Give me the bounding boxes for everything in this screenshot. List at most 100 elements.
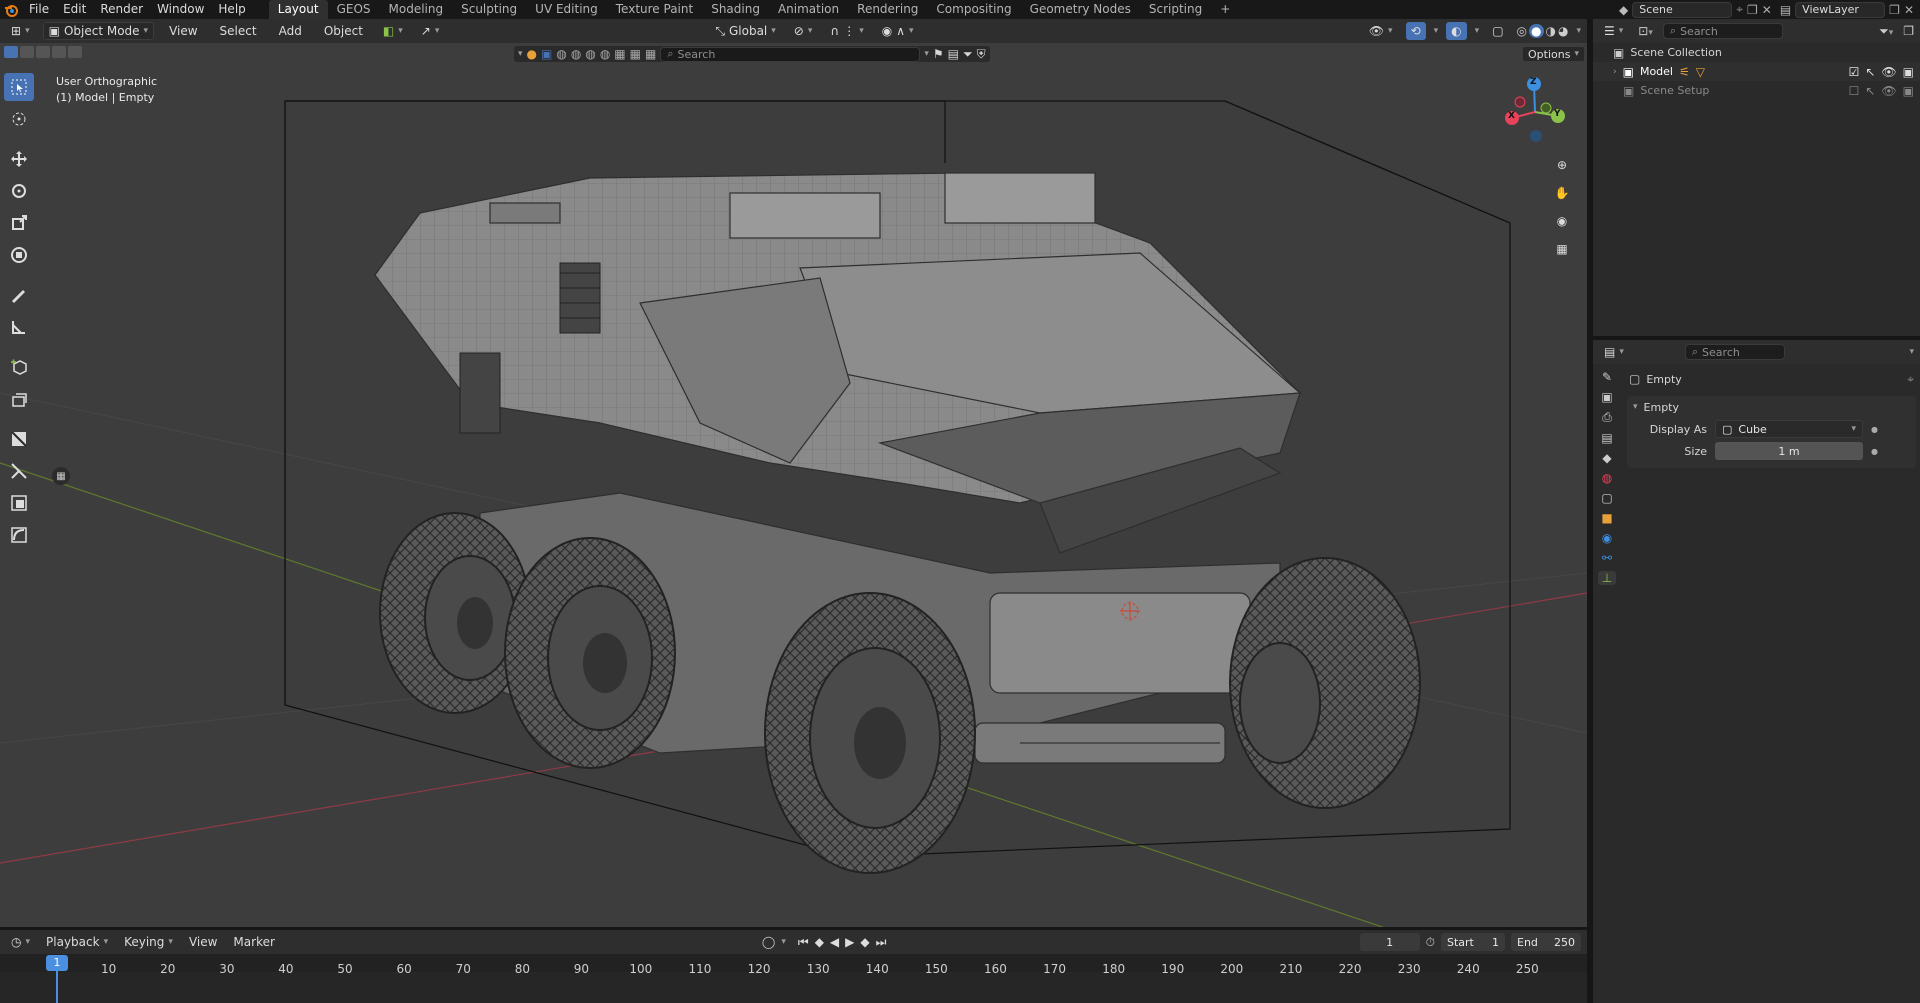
scale-tool[interactable] — [4, 209, 34, 237]
navigation-gizmo[interactable]: Z Y X — [1500, 74, 1570, 144]
outliner-display-mode[interactable]: ⊡▾ — [1638, 24, 1653, 38]
gizmo-button[interactable]: ↗ ▾ — [416, 22, 445, 40]
render-tab-icon[interactable]: ▣ — [1601, 390, 1612, 404]
tab-layout[interactable]: Layout — [268, 0, 328, 19]
menu-playback[interactable]: Playback ▾ — [41, 933, 113, 951]
pin-icon[interactable]: ⌖ — [1736, 2, 1743, 17]
next-keyframe-icon[interactable]: ◆ — [860, 935, 869, 949]
play-icon[interactable]: ▶ — [845, 935, 854, 949]
shading-material-icon[interactable]: ◑ — [1546, 24, 1556, 38]
view-layer-tab-icon[interactable]: ▤ — [1601, 431, 1612, 445]
playhead[interactable]: 1 — [46, 955, 68, 971]
shading-rendered-icon[interactable]: ◕ — [1558, 24, 1568, 38]
extrude-tool[interactable] — [4, 385, 34, 413]
tab-modeling[interactable]: Modeling — [380, 0, 453, 19]
menu-select[interactable]: Select — [213, 22, 264, 41]
delete-scene-icon[interactable]: ✕ — [1762, 3, 1772, 17]
gizmo-toggle[interactable]: ⟲ — [1405, 22, 1426, 40]
add-workspace-icon[interactable]: + — [1211, 0, 1239, 19]
constraints-tab-icon[interactable]: ⚯ — [1602, 551, 1612, 565]
knife-tool[interactable] — [4, 425, 34, 453]
move-tool[interactable] — [4, 145, 34, 173]
data-tab-icon[interactable]: ⊥ — [1597, 571, 1617, 585]
3d-viewport[interactable]: ⊞ ▾ ▣ Object Mode ▾ View Select Add Object … — [0, 19, 1587, 927]
display-as-dropdown[interactable]: ▢ Cube ▾ — [1715, 420, 1863, 438]
menu-help[interactable]: Help — [211, 0, 252, 19]
current-frame-field[interactable]: 1 — [1359, 933, 1420, 951]
start-frame-field[interactable]: Start 1 — [1441, 933, 1505, 951]
new-scene-icon[interactable]: ❐ — [1747, 3, 1758, 17]
ortho-grid-icon[interactable]: ▦ — [1551, 238, 1573, 260]
tab-compositing[interactable]: Compositing — [927, 0, 1020, 19]
outliner-row-scene-setup[interactable]: ▣ Scene Setup ☐ ↖ 👁 ▣ — [1593, 81, 1920, 100]
editor-type-button[interactable]: ⊞ ▾ — [6, 22, 35, 40]
pivot-button[interactable]: ⊘ ▾ — [789, 22, 818, 40]
add-cube-tool[interactable] — [4, 353, 34, 381]
selectable-icon[interactable]: ↖ — [1865, 84, 1875, 98]
scene-tab-icon[interactable]: ◆ — [1602, 451, 1611, 465]
visibility-eye-icon[interactable]: 👁 — [1881, 65, 1896, 79]
auto-keying-icon[interactable]: ◯ — [762, 935, 775, 949]
curve-tool[interactable] — [4, 521, 34, 549]
render-camera-icon[interactable]: ▣ — [1903, 84, 1914, 98]
tab-scripting[interactable]: Scripting — [1140, 0, 1211, 19]
tab-uv-editing[interactable]: UV Editing — [526, 0, 607, 19]
menu-marker[interactable]: Marker — [228, 933, 279, 951]
jump-end-icon[interactable]: ⏭ — [876, 935, 887, 950]
outliner-editor-type[interactable]: ☰ ▾ — [1599, 22, 1628, 40]
physics-tab-icon[interactable]: ◉ — [1602, 531, 1612, 545]
menu-window[interactable]: Window — [150, 0, 211, 19]
empty-panel-header[interactable]: ▾ Empty — [1627, 396, 1916, 418]
annotate-tool[interactable] — [4, 281, 34, 309]
keyframe-dot-icon[interactable]: ● — [1871, 447, 1878, 456]
selectable-icon[interactable]: ↖ — [1865, 65, 1875, 79]
properties-options-icon[interactable]: ▾ — [1909, 347, 1914, 357]
snap-mode-button[interactable]: ◧ ▾ — [378, 22, 408, 40]
expand-arrow-icon[interactable]: › — [1613, 67, 1617, 77]
tab-shading[interactable]: Shading — [702, 0, 769, 19]
tab-animation[interactable]: Animation — [769, 0, 848, 19]
visibility-button[interactable]: 👁 ▾ — [1364, 22, 1398, 40]
keyframe-dot-icon[interactable]: ● — [1871, 425, 1878, 434]
measure-tool[interactable] — [4, 313, 34, 341]
transform-orientation-dropdown[interactable]: ⤡ Global ▾ — [710, 22, 780, 40]
bisect-tool[interactable] — [4, 457, 34, 485]
menu-timeline-view[interactable]: View — [184, 933, 222, 951]
tab-geos[interactable]: GEOS — [328, 0, 380, 19]
view-layer-name[interactable]: ViewLayer — [1795, 1, 1886, 18]
tab-sculpting[interactable]: Sculpting — [452, 0, 526, 19]
transform-tool[interactable] — [4, 241, 34, 269]
properties-search-input[interactable]: ⌕ Search — [1684, 344, 1785, 360]
proportional-edit-button[interactable]: ◉ ∧ ▾ — [877, 22, 919, 40]
outliner-row-model[interactable]: › ▣ Model ⚟ ▽ ☑ ↖ 👁 ▣ — [1593, 62, 1920, 81]
delete-view-layer-icon[interactable]: ✕ — [1904, 3, 1914, 17]
tab-texture-paint[interactable]: Texture Paint — [607, 0, 702, 19]
properties-editor-type[interactable]: ▤ ▾ — [1599, 343, 1629, 361]
mode-dropdown[interactable]: ▣ Object Mode ▾ — [42, 22, 155, 40]
zoom-icon[interactable]: ⊕ — [1551, 154, 1573, 176]
menu-edit[interactable]: Edit — [56, 0, 93, 19]
menu-file[interactable]: File — [22, 0, 56, 19]
select-box-tool[interactable] — [4, 73, 34, 101]
pin-icon[interactable]: ⌖ — [1907, 372, 1914, 387]
world-tab-icon[interactable]: ◍ — [1602, 471, 1612, 485]
snap-toggle[interactable]: ∩ ⋮ ▾ — [825, 22, 868, 40]
shading-wireframe-icon[interactable]: ◎ — [1517, 24, 1527, 38]
outliner-search-input[interactable]: ⌕ Search — [1662, 23, 1783, 39]
jump-start-icon[interactable]: ⏮ — [798, 935, 809, 950]
tool-tab-icon[interactable]: ✎ — [1602, 370, 1612, 384]
pan-hand-icon[interactable]: ✋ — [1551, 182, 1573, 204]
new-view-layer-icon[interactable]: ❐ — [1889, 3, 1900, 17]
camera-view-icon[interactable]: ◉ — [1551, 210, 1573, 232]
tab-rendering[interactable]: Rendering — [848, 0, 927, 19]
exclude-checkbox[interactable]: ☐ — [1849, 84, 1860, 98]
filter-icon[interactable]: ⏷▾ — [1879, 24, 1893, 39]
exclude-checkbox[interactable]: ☑ — [1849, 65, 1860, 79]
shading-solid-icon[interactable]: ● — [1529, 24, 1544, 38]
menu-render[interactable]: Render — [93, 0, 150, 19]
cursor-tool[interactable] — [4, 105, 34, 133]
visibility-eye-icon[interactable]: 👁 — [1881, 84, 1896, 98]
scene-name[interactable]: Scene — [1632, 1, 1733, 18]
prev-keyframe-icon[interactable]: ◆ — [815, 935, 824, 949]
tab-geometry-nodes[interactable]: Geometry Nodes — [1021, 0, 1140, 19]
